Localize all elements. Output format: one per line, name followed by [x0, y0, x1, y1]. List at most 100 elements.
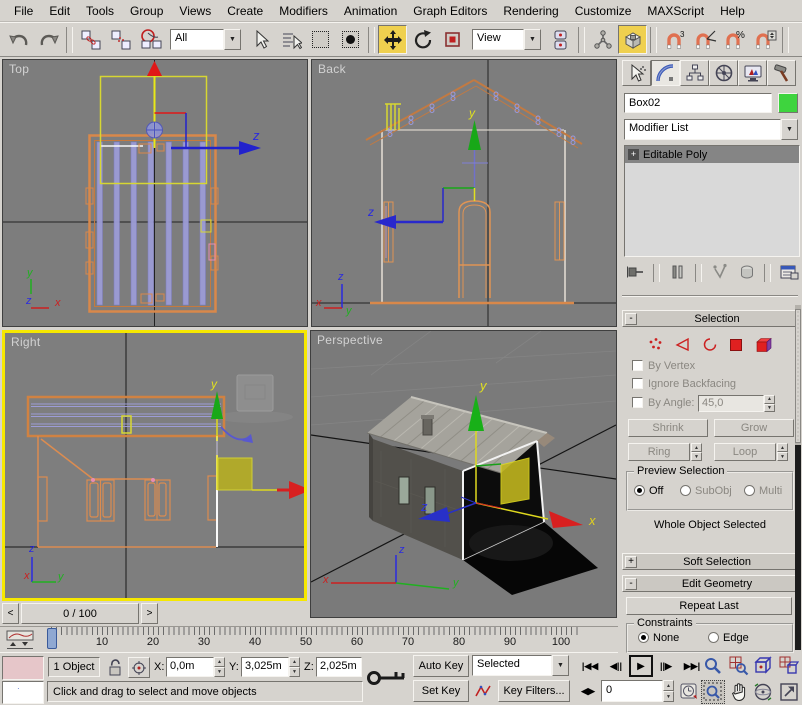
rectangular-selection-region-button[interactable] [306, 25, 335, 54]
y-spinner[interactable]: ▲▼ [289, 657, 300, 677]
preview-subobj-radio[interactable]: SubObj [680, 485, 732, 497]
time-configuration-button[interactable] [677, 680, 701, 702]
viewport-top[interactable]: z y z x Top [2, 59, 308, 327]
soft-selection-rollout-header[interactable]: + Soft Selection [622, 553, 798, 570]
select-object-button[interactable] [246, 25, 275, 54]
bind-to-space-warp-button[interactable] [136, 25, 165, 54]
zoom-extents-all-button[interactable] [777, 654, 801, 678]
configure-modifier-sets-button[interactable] [777, 263, 800, 284]
scrollbar-thumb[interactable] [795, 309, 801, 443]
menu-tools[interactable]: Tools [78, 2, 122, 20]
dropdown-arrow-icon[interactable]: ▼ [781, 119, 798, 140]
select-and-scale-button[interactable] [438, 25, 467, 54]
menu-graph-editors[interactable]: Graph Editors [405, 2, 495, 20]
default-in-out-tangent-button[interactable] [472, 680, 494, 702]
time-slider[interactable]: 0 / 100 [21, 603, 139, 624]
maxscript-mini-listener-pink[interactable] [2, 656, 44, 680]
play-button[interactable]: ▶ [629, 655, 653, 677]
modifier-stack[interactable]: + Editable Poly [624, 145, 800, 257]
percent-snap-button[interactable]: % [720, 25, 749, 54]
menu-views[interactable]: Views [171, 2, 219, 20]
pin-stack-button[interactable] [624, 263, 647, 284]
by-angle-spinner[interactable]: ▲▼ [764, 395, 775, 412]
dropdown-arrow-icon[interactable]: ▼ [552, 655, 569, 676]
tab-hierarchy[interactable] [680, 60, 709, 86]
arc-rotate-button[interactable] [751, 680, 775, 704]
edge-subobject-icon[interactable] [674, 336, 691, 353]
loop-spinner[interactable]: ▲▼ [777, 443, 788, 461]
select-and-rotate-button[interactable] [408, 25, 437, 54]
region-zoom-button[interactable] [701, 680, 725, 704]
object-color-swatch[interactable] [778, 93, 798, 113]
checkbox-icon[interactable] [632, 360, 643, 371]
menu-maxscript[interactable]: MAXScript [639, 2, 712, 20]
unlink-selection-button[interactable] [106, 25, 135, 54]
snaps-toggle-button[interactable]: 3 [660, 25, 689, 54]
dropdown-arrow-icon[interactable]: ▼ [224, 29, 241, 50]
ring-button[interactable]: Ring [628, 443, 690, 461]
zoom-extents-button[interactable] [751, 654, 775, 678]
tab-utilities[interactable] [767, 60, 796, 86]
radio-icon[interactable] [634, 485, 645, 496]
collapse-icon[interactable]: - [625, 578, 637, 590]
menu-edit[interactable]: Edit [41, 2, 78, 20]
tab-create[interactable] [622, 60, 651, 86]
viewport-right[interactable]: y z x y Right [2, 330, 307, 601]
element-subobject-icon[interactable] [755, 336, 773, 353]
make-unique-button[interactable] [708, 263, 731, 284]
select-and-move-button[interactable] [378, 25, 407, 54]
radio-icon[interactable] [680, 485, 691, 496]
redo-button[interactable] [34, 25, 63, 54]
select-and-manipulate-button[interactable] [588, 25, 617, 54]
time-slider-handle[interactable] [47, 628, 57, 649]
z-coordinate-field[interactable]: 2,025m [316, 657, 362, 677]
preview-off-radio[interactable]: Off [634, 485, 663, 497]
by-angle-checkbox[interactable]: By Angle: [632, 397, 694, 409]
frame-spinner[interactable]: ▲▼ [663, 680, 674, 702]
auto-key-button[interactable]: Auto Key [413, 655, 469, 677]
selection-lock-toggle[interactable] [104, 657, 124, 678]
vertex-subobject-icon[interactable] [647, 336, 664, 353]
menu-animation[interactable]: Animation [336, 2, 405, 20]
key-selection-set-combo[interactable]: Selected ▼ [472, 655, 569, 676]
menu-customize[interactable]: Customize [567, 2, 640, 20]
checkbox-icon[interactable] [632, 397, 643, 408]
viewport-back[interactable]: y z z x y Back [311, 59, 617, 327]
collapse-icon[interactable]: - [625, 313, 637, 325]
selection-rollout-header[interactable]: - Selection [622, 310, 798, 327]
menu-create[interactable]: Create [219, 2, 271, 20]
absolute-offset-toggle[interactable] [128, 657, 150, 678]
menu-help[interactable]: Help [712, 2, 753, 20]
go-to-start-button[interactable]: |◀◀ [577, 655, 603, 677]
previous-frame-button[interactable]: ◀|| [604, 655, 628, 677]
constraints-edge-radio[interactable]: Edge [708, 632, 749, 644]
current-frame-field[interactable]: 0 [601, 680, 663, 702]
viewport-perspective[interactable]: y x z z x y Perspective [310, 330, 617, 618]
key-filters-button[interactable]: Key Filters... [498, 680, 570, 702]
track-ruler[interactable]: 0 10 20 30 40 50 60 70 80 90 100 [46, 627, 578, 652]
reference-coordinate-combo[interactable]: View ▼ [472, 29, 541, 50]
time-slider-prev-button[interactable]: < [2, 603, 19, 624]
edit-geometry-rollout-header[interactable]: - Edit Geometry [622, 575, 798, 592]
by-vertex-checkbox[interactable]: By Vertex [632, 360, 695, 372]
preview-multi-radio[interactable]: Multi [744, 485, 782, 497]
set-keys-button[interactable] [364, 655, 410, 701]
undo-button[interactable] [4, 25, 33, 54]
tab-modify[interactable] [651, 60, 680, 86]
keyboard-shortcut-override-button[interactable] [618, 25, 647, 54]
key-mode-toggle[interactable]: ◀▶ [577, 680, 599, 702]
show-end-result-button[interactable] [666, 263, 689, 284]
x-coordinate-field[interactable]: 0,0m [166, 657, 214, 677]
object-name-field[interactable]: Box02 [624, 93, 772, 113]
polygon-subobject-icon[interactable] [728, 336, 745, 353]
radio-icon[interactable] [708, 632, 719, 643]
expand-icon[interactable]: + [625, 556, 637, 568]
shrink-button[interactable]: Shrink [628, 419, 708, 437]
maxscript-mini-listener-white[interactable]: · [2, 681, 44, 704]
zoom-button[interactable] [701, 654, 725, 678]
menu-modifiers[interactable]: Modifiers [271, 2, 336, 20]
min-max-toggle-button[interactable] [777, 680, 801, 704]
set-key-button[interactable]: Set Key [413, 680, 469, 702]
use-pivot-point-center-button[interactable] [546, 25, 575, 54]
by-angle-field[interactable]: 45,0 [698, 395, 764, 412]
